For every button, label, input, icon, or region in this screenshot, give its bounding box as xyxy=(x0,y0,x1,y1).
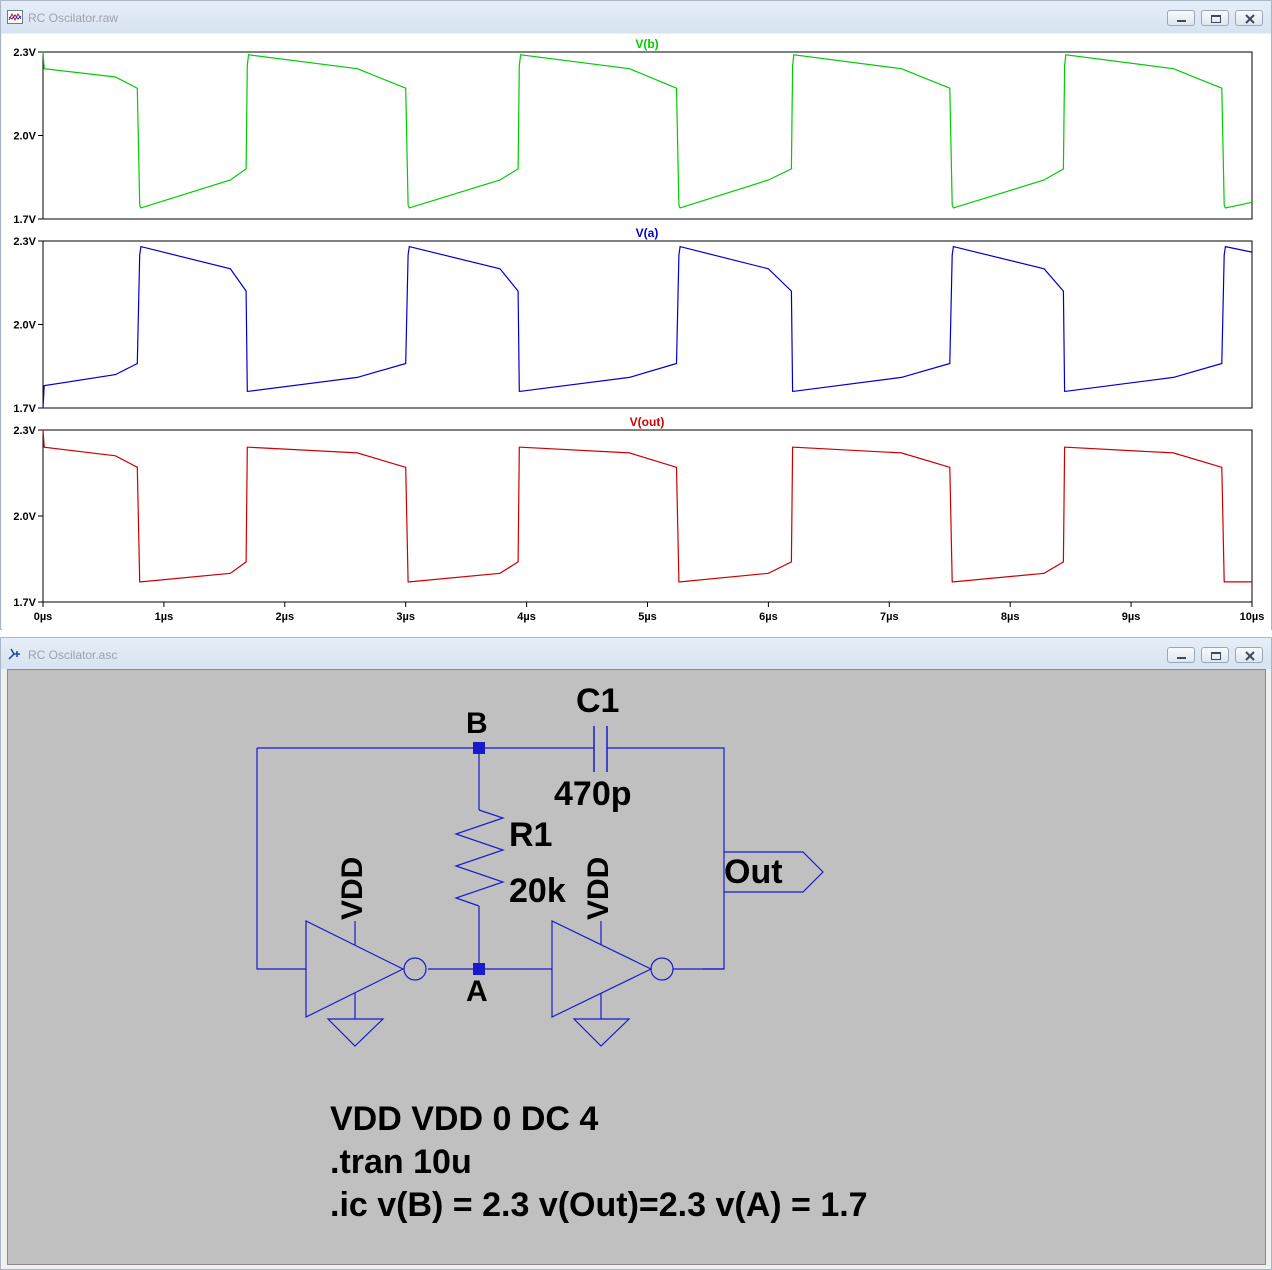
node-a-label: A xyxy=(466,975,488,1008)
y-tick-label: 1.7V xyxy=(13,403,36,415)
x-tick-label: 3µs xyxy=(396,611,415,623)
x-tick-label: 6µs xyxy=(759,611,778,623)
r1-value: 20k xyxy=(509,872,566,910)
y-tick-label: 2.0V xyxy=(13,320,36,332)
schematic-window: RC Oscilator.asc B A C1 470p R1 20k VDD … xyxy=(0,637,1272,1270)
inverter-u2[interactable] xyxy=(551,920,674,1047)
y-tick-label: 2.0V xyxy=(13,511,36,523)
trace-title: V(a) xyxy=(636,226,659,240)
circuit-diagram xyxy=(256,726,824,1047)
maximize-button[interactable] xyxy=(1201,647,1229,663)
out-label: Out xyxy=(724,853,783,891)
plot-frame[interactable] xyxy=(42,240,1253,409)
schematic-canvas[interactable]: B A C1 470p R1 20k VDD VDD Out VDD VDD 0… xyxy=(7,669,1266,1265)
c1-value: 470p xyxy=(554,775,632,813)
x-tick-label: 0µs xyxy=(34,611,53,623)
x-tick-label: 4µs xyxy=(517,611,536,623)
restore-icon xyxy=(1211,652,1221,660)
vdd-label-u2: VDD xyxy=(582,856,615,920)
close-icon xyxy=(1245,651,1255,661)
y-tick-label: 2.3V xyxy=(13,47,36,59)
waveform-icon xyxy=(7,10,23,24)
capacitor-c1[interactable] xyxy=(593,726,608,772)
x-tick-label: 9µs xyxy=(1122,611,1141,623)
x-tick-label: 8µs xyxy=(1001,611,1020,623)
plot-window: RC Oscilator.raw V(b) 2.3V 2.0V 1.7V V(a) 2.3… xyxy=(0,0,1272,630)
vdd-label-u1: VDD xyxy=(336,856,369,920)
x-tick-label: 2µs xyxy=(276,611,295,623)
c1-name: C1 xyxy=(576,682,620,720)
x-tick-label: 1µs xyxy=(155,611,174,623)
r1-name: R1 xyxy=(509,816,553,854)
x-tick-label: 5µs xyxy=(638,611,657,623)
y-tick-label: 1.7V xyxy=(13,214,36,226)
minimize-icon xyxy=(1177,20,1186,22)
spice-directive-vdd[interactable]: VDD VDD 0 DC 4 xyxy=(330,1102,598,1136)
spice-directive-ic[interactable]: .ic v(B) = 2.3 v(Out)=2.3 v(A) = 1.7 xyxy=(330,1188,868,1222)
close-button[interactable] xyxy=(1235,10,1263,26)
node-b-label: B xyxy=(466,707,488,740)
maximize-button[interactable] xyxy=(1201,10,1229,26)
trace-title: V(b) xyxy=(635,37,658,51)
plot-window-title: RC Oscilator.raw xyxy=(28,11,119,25)
schematic-window-title: RC Oscilator.asc xyxy=(28,648,118,662)
close-button[interactable] xyxy=(1235,647,1263,663)
junction-a[interactable] xyxy=(473,963,485,975)
trace-title: V(out) xyxy=(630,415,665,429)
x-tick-label: 10µs xyxy=(1240,611,1265,623)
restore-icon xyxy=(1211,15,1221,23)
x-tick-label: 7µs xyxy=(880,611,899,623)
minimize-button[interactable] xyxy=(1167,647,1195,663)
waveform-plots: V(b) 2.3V 2.0V 1.7V V(a) 2.3V 2.0V 1.7V V(out) 2.… xyxy=(13,37,1265,623)
plot-frame[interactable] xyxy=(42,429,1253,603)
waveform-plot-area[interactable]: V(b) 2.3V 2.0V 1.7V V(a) 2.3V 2.0V 1.7V V(out) 2.… xyxy=(2,34,1271,630)
y-tick-label: 2.0V xyxy=(13,131,36,143)
schematic-window-titlebar[interactable]: RC Oscilator.asc xyxy=(1,638,1271,669)
plot-window-titlebar[interactable]: RC Oscilator.raw xyxy=(1,1,1271,33)
plot-frame[interactable] xyxy=(42,51,1253,220)
inverter-u1[interactable] xyxy=(305,920,427,1047)
wire[interactable] xyxy=(256,748,306,970)
schematic-icon xyxy=(8,648,20,660)
minimize-button[interactable] xyxy=(1167,10,1195,26)
y-tick-label: 2.3V xyxy=(13,425,36,437)
y-tick-label: 2.3V xyxy=(13,236,36,248)
resistor-r1[interactable] xyxy=(454,809,505,907)
minimize-icon xyxy=(1177,657,1186,659)
y-tick-label: 1.7V xyxy=(13,597,36,609)
spice-directive-tran[interactable]: .tran 10u xyxy=(330,1145,472,1179)
close-icon xyxy=(1245,14,1255,24)
junction-b[interactable] xyxy=(473,742,485,754)
